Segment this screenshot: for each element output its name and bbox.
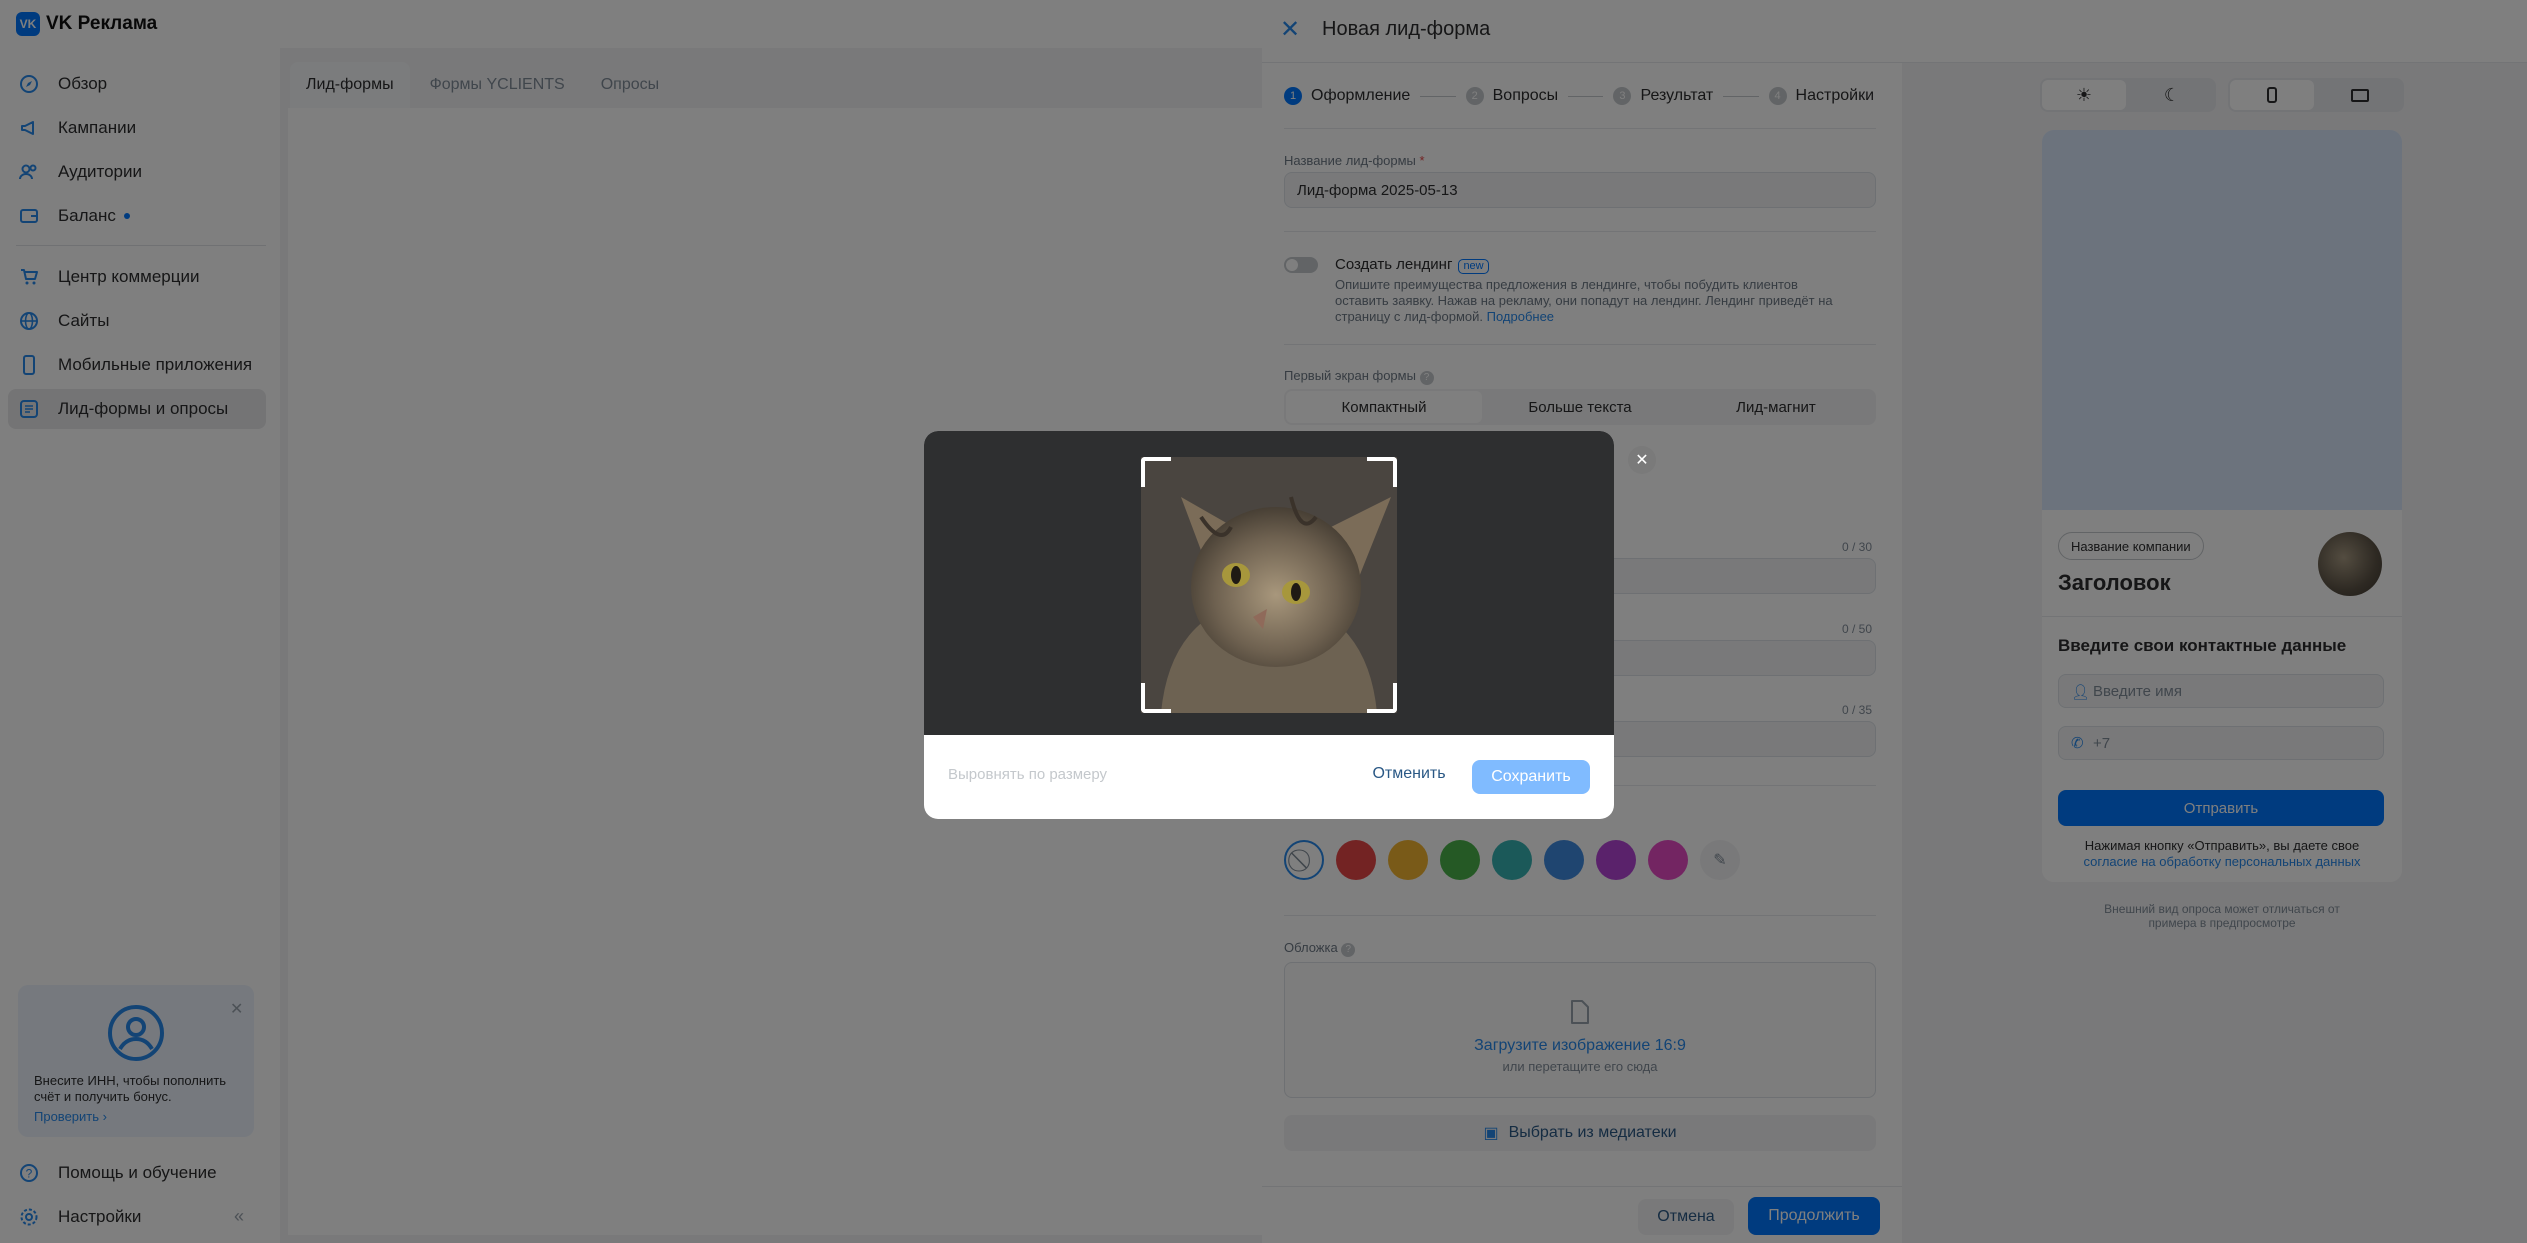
close-modal-icon[interactable]: ✕ — [1628, 446, 1656, 474]
crop-corner-handle[interactable] — [1141, 683, 1171, 713]
modal-save-button[interactable]: Сохранить — [1472, 760, 1590, 794]
crop-corner-handle[interactable] — [1367, 683, 1397, 713]
fit-to-size-button[interactable]: Выровнять по размеру — [948, 766, 1107, 783]
modal-cancel-button[interactable]: Отменить — [1368, 757, 1450, 791]
image-crop-modal: Выровнять по размеру Отменить Сохранить — [924, 431, 1614, 819]
cat-image — [1141, 457, 1397, 713]
crop-image[interactable] — [1141, 457, 1397, 713]
crop-corner-handle[interactable] — [1367, 457, 1397, 487]
crop-corner-handle[interactable] — [1141, 457, 1171, 487]
crop-area — [924, 431, 1614, 735]
